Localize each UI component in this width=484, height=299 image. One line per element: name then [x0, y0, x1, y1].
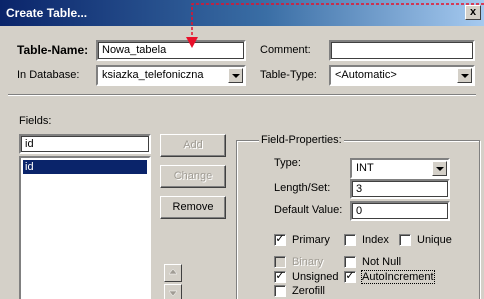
arrow-down-icon — [168, 290, 178, 297]
title-bar[interactable]: Create Table... x — [0, 0, 484, 26]
window-title: Create Table... — [6, 6, 88, 20]
binary-label: Binary — [292, 256, 324, 268]
add-field-button[interactable]: Add — [160, 134, 226, 157]
chevron-down-icon[interactable] — [432, 161, 447, 176]
type-select[interactable]: INT — [350, 158, 450, 179]
comment-input[interactable] — [329, 40, 475, 61]
in-database-select[interactable]: ksiazka_telefoniczna — [96, 65, 246, 86]
primary-label: Primary — [292, 234, 330, 246]
remove-field-button[interactable]: Remove — [160, 196, 226, 219]
field-name-input[interactable]: id — [19, 134, 151, 154]
index-checkbox[interactable] — [344, 234, 356, 246]
not-null-label: Not Null — [362, 256, 402, 268]
fields-list[interactable]: id — [19, 156, 151, 299]
type-label: Type: — [274, 157, 301, 169]
table-name-label: Table-Name: — [17, 43, 89, 57]
list-item[interactable]: id — [23, 160, 147, 174]
unique-label: Unique — [417, 234, 452, 246]
length-set-label: Length/Set: — [274, 182, 331, 194]
default-value-input[interactable]: 0 — [350, 201, 450, 221]
unsigned-checkbox[interactable]: ✓ — [274, 271, 286, 283]
table-type-select[interactable]: <Automatic> — [329, 65, 475, 86]
close-button[interactable]: x — [465, 5, 481, 20]
zerofill-label: Zerofill — [292, 285, 326, 297]
field-properties-title: Field-Properties: — [259, 134, 344, 146]
arrow-up-icon — [168, 268, 178, 275]
change-field-button[interactable]: Change — [160, 165, 226, 188]
index-label: Index — [362, 234, 389, 246]
in-database-value: ksiazka_telefoniczna — [102, 69, 204, 81]
length-set-input[interactable]: 3 — [350, 179, 450, 199]
move-down-button[interactable] — [164, 284, 182, 299]
not-null-checkbox[interactable] — [344, 256, 356, 268]
binary-checkbox[interactable] — [274, 256, 286, 268]
unique-checkbox[interactable] — [399, 234, 411, 246]
fields-label: Fields: — [19, 115, 52, 127]
primary-checkbox[interactable]: ✓ — [274, 234, 286, 246]
create-table-dialog: Table-Name: Nowa_tabela Comment: In Data… — [0, 26, 484, 299]
separator — [8, 94, 476, 96]
type-value: INT — [356, 162, 374, 174]
autoincrement-checkbox[interactable]: ✓ — [344, 271, 356, 283]
in-database-label: In Database: — [17, 69, 80, 81]
default-value-label: Default Value: — [274, 204, 343, 216]
unsigned-label: Unsigned — [292, 271, 339, 283]
table-type-value: <Automatic> — [335, 69, 397, 81]
move-up-button[interactable] — [164, 264, 182, 282]
chevron-down-icon[interactable] — [457, 68, 472, 83]
table-name-input[interactable]: Nowa_tabela — [96, 40, 246, 61]
comment-label: Comment: — [260, 44, 311, 56]
chevron-down-icon[interactable] — [228, 68, 243, 83]
zerofill-checkbox[interactable] — [274, 285, 286, 297]
table-type-label: Table-Type: — [260, 69, 317, 81]
autoincrement-label: AutoIncrement — [361, 270, 435, 284]
